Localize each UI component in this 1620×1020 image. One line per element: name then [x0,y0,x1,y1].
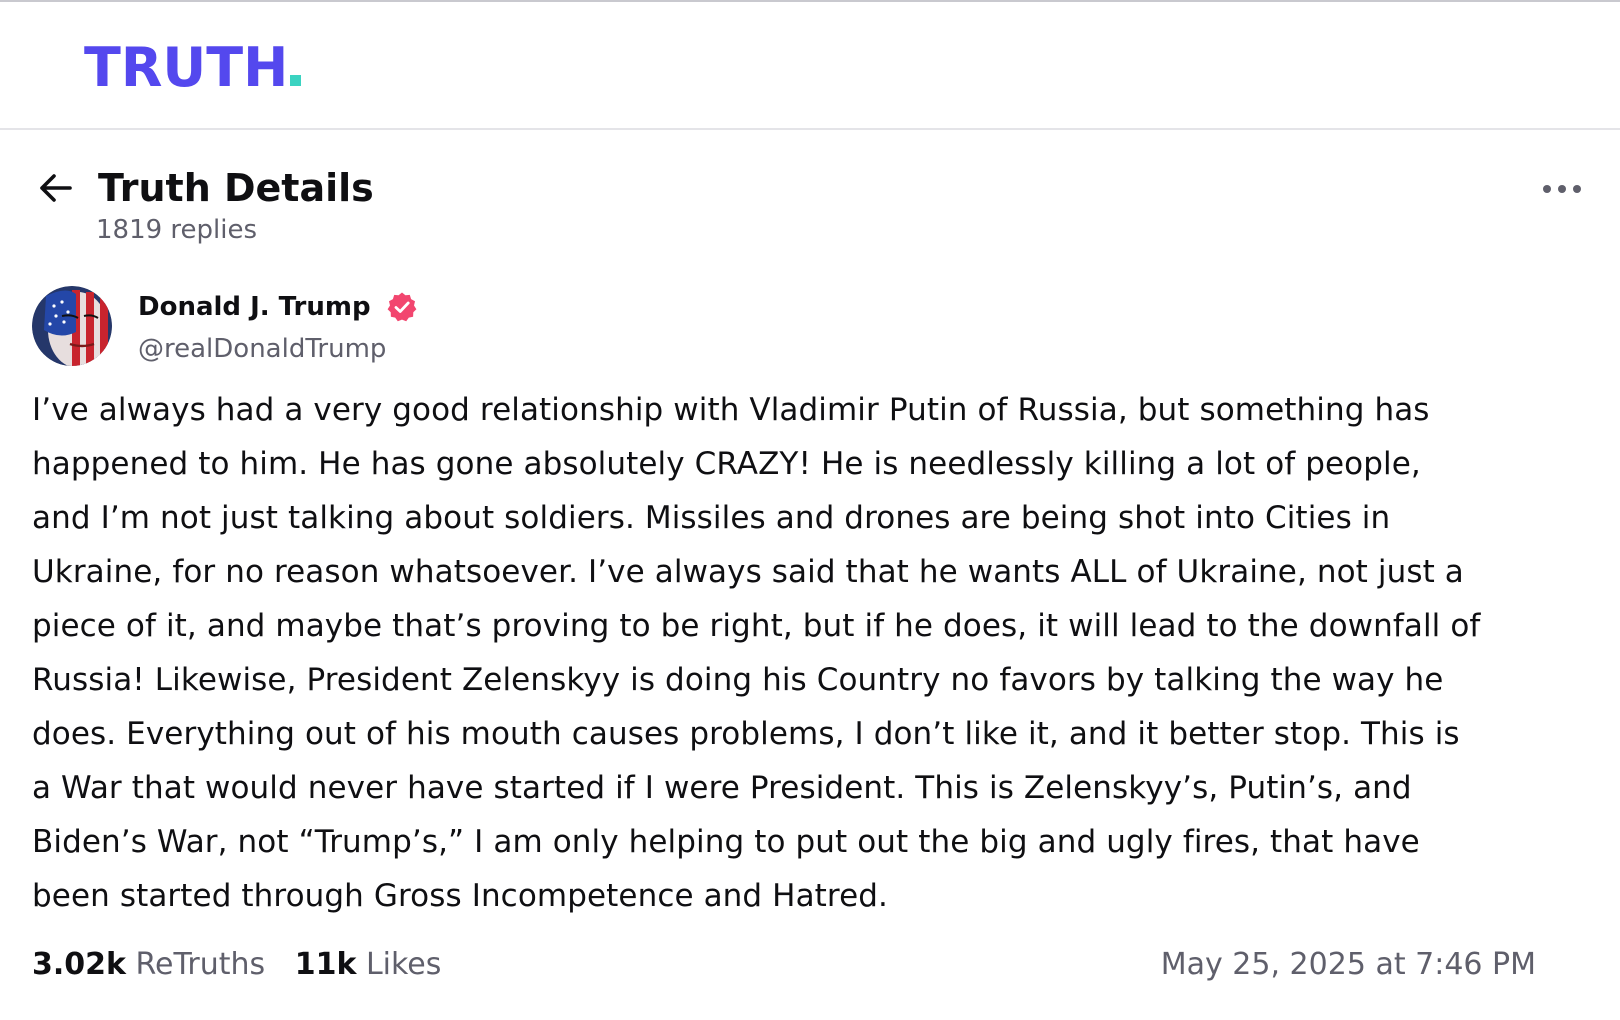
logo-dot [290,75,302,86]
back-button[interactable] [36,168,76,208]
page-title: Truth Details [98,166,374,210]
verified-badge-icon [387,292,417,322]
author-name[interactable]: Donald J. Trump [138,286,371,328]
details-title-row: Truth Details [36,160,1584,216]
post-text-line: Russia! Likewise, President Zelenskyy is… [32,662,1444,698]
post-text-line: I’ve always had a very good relationship… [32,392,1430,428]
post-timestamp: May 25, 2025 at 7:46 PM [1160,947,1536,982]
post-text-line: Biden’s War, not “Trump’s,” I am only he… [32,824,1420,860]
post-text-line: and I’m not just talking about soldiers.… [32,500,1391,536]
site-header: TRUTH [0,2,1620,130]
post-text-line: happened to him. He has gone absolutely … [32,446,1421,482]
avatar[interactable] [32,286,112,366]
arrow-left-icon [40,174,72,202]
author-name-row: Donald J. Trump [138,286,418,328]
post-stats: 3.02k ReTruths 11k Likes [32,943,461,987]
post-body: I’ve always had a very good relationship… [32,383,1584,923]
retruths-count: 3.02k [32,947,126,982]
author-handle[interactable]: @realDonaldTrump [138,330,386,368]
post-text-line: a War that would never have started if I… [32,770,1412,806]
post-text-line: does. Everything out of his mouth causes… [32,716,1460,752]
likes-label: Likes [365,947,442,982]
reply-count: 1819 replies [96,215,258,245]
retruths-label: ReTruths [135,947,266,982]
truth-logo[interactable]: TRUTH [84,36,302,99]
likes-stat[interactable]: 11k Likes [295,943,442,987]
post-text-line: Ukraine, for no reason whatsoever. I’ve … [32,554,1464,590]
likes-count: 11k [294,947,357,982]
post-text-line: been started through Gross Incompetence … [32,878,888,914]
logo-text: TRUTH [84,36,289,99]
post-text-line: piece of it, and maybe that’s proving to… [32,608,1481,644]
more-horizontal-icon [1543,185,1581,193]
retruths-stat[interactable]: 3.02k ReTruths [32,943,265,987]
more-options-button[interactable] [1540,174,1584,204]
avatar-image [32,286,112,366]
